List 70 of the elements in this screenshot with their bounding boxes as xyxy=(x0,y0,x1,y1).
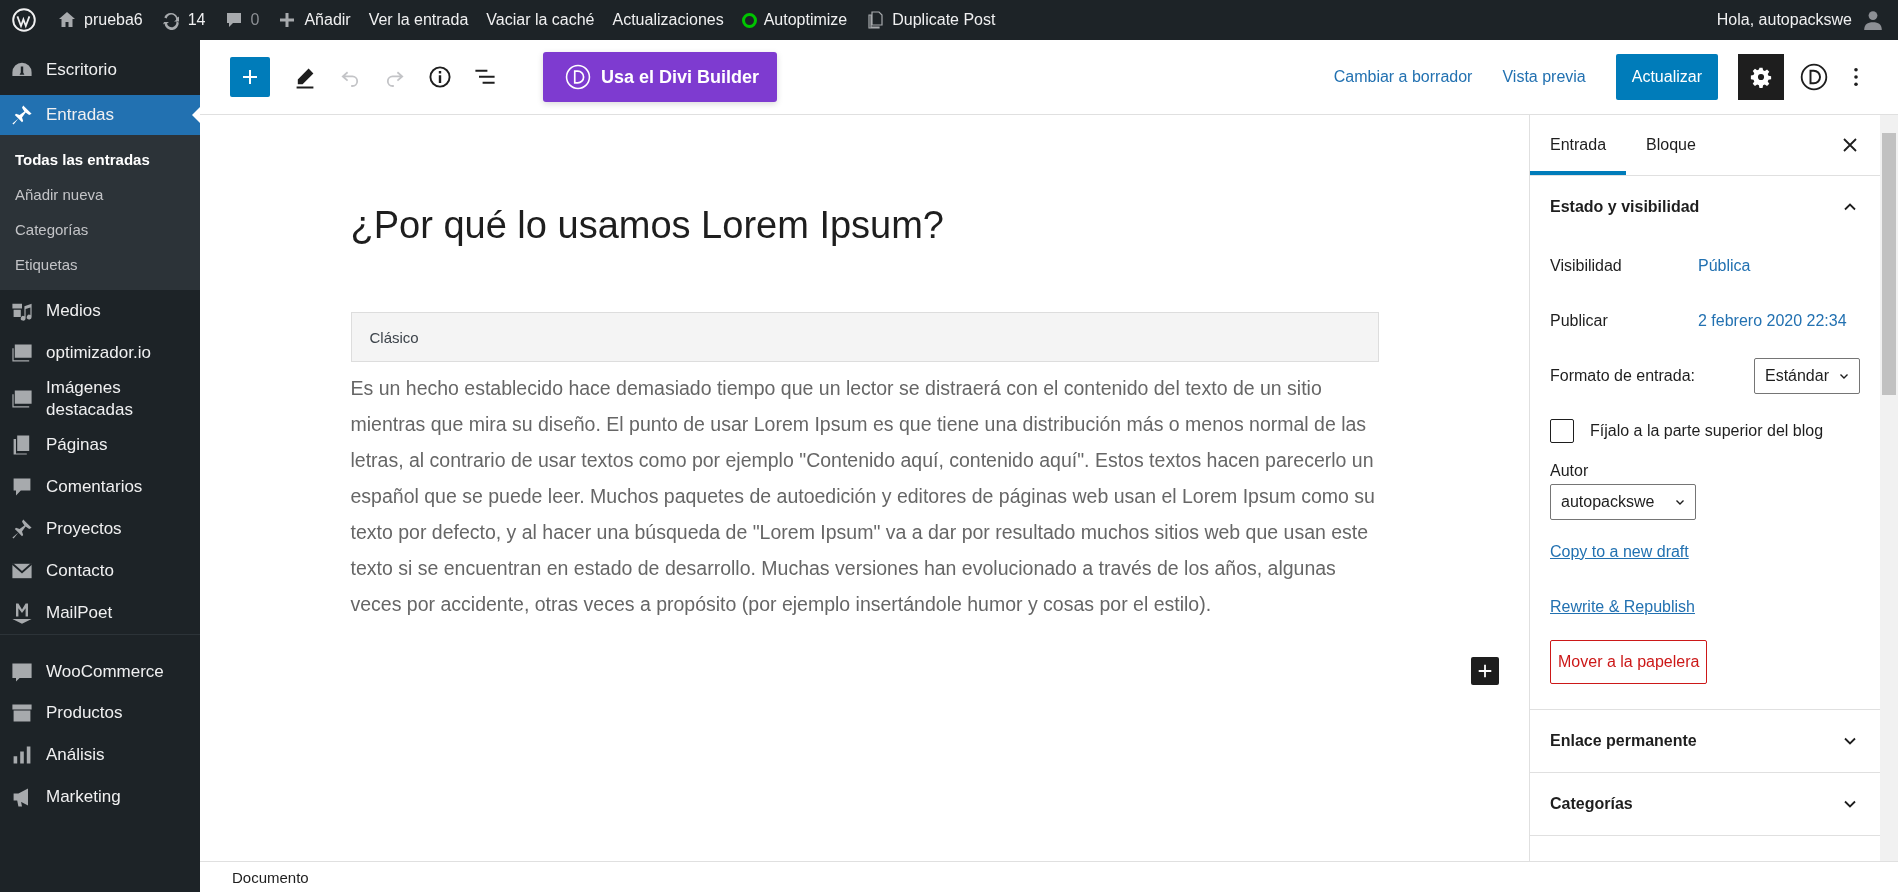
sidebar-item[interactable]: Contacto xyxy=(0,550,200,592)
submenu-item[interactable]: Categorías xyxy=(0,212,200,247)
field-value-link[interactable]: Pública xyxy=(1698,256,1751,275)
field-label: Formato de entrada: xyxy=(1550,366,1695,385)
action-link[interactable]: Rewrite & Republish xyxy=(1550,597,1695,616)
sidebar-item[interactable]: Proyectos xyxy=(0,508,200,550)
header-link[interactable]: Cambiar a borrador xyxy=(1333,68,1473,86)
refresh-icon xyxy=(160,10,181,30)
post-title[interactable]: ¿Por qué lo usamos Lorem Ipsum? xyxy=(350,201,1379,251)
sidebar-item[interactable]: Medios xyxy=(0,290,200,332)
section-toggle[interactable]: Categorías xyxy=(1530,773,1880,835)
sidebar-item[interactable]: optimizador.io xyxy=(0,332,200,374)
sidebar-item[interactable]: Imágenes destacadas xyxy=(0,374,200,424)
admin-bar-item[interactable]: Ver la entrada xyxy=(359,0,478,40)
checkbox[interactable] xyxy=(1550,418,1574,443)
letter-d-circle-icon[interactable] xyxy=(1800,63,1828,91)
divi-builder-button[interactable]: Usa el Divi Builder xyxy=(543,52,778,102)
add-block-button[interactable] xyxy=(1470,657,1499,686)
settings-button[interactable] xyxy=(1738,54,1784,100)
admin-bar-item[interactable]: Autoptimize xyxy=(732,0,857,40)
sidebar-item[interactable]: Comentarios xyxy=(0,466,200,508)
post-paragraph[interactable]: Es un hecho establecido hace demasiado tiempo que un lector se distraerá con el contenido del texto de un sitio mientras que mira su diseño. El punto de usar Lorem Ipsum es que tiene una distribución más o menos normal de las letras, al contrario de usar textos como por ejemplo "Contenido aquí, contenido aquí". Estos textos hacen parecerlo un español que se puede leer. Muchos paquetes de autoedición y editores de páginas web usan el Lorem Ipsum como su texto por defecto, y al hacer una búsqueda de "Lorem Ipsum" va a dar por resultado muchos sitios web que usan este texto si se encuentran en estado de desarrollo. Muchas versiones han evolucionado a través de los años, algunas veces por accidente, otras veces a propósito (por ejemplo insertándole humor y cosas por el estilo). xyxy=(350,370,1379,623)
letter-m-icon xyxy=(10,601,34,625)
trash-button[interactable]: Mover a la papelera xyxy=(1550,639,1708,684)
sidebar-item[interactable]: Páginas xyxy=(0,424,200,466)
sidebar-item[interactable]: Marketing xyxy=(0,776,200,818)
sidebar-item[interactable]: WooCommerce xyxy=(0,634,200,692)
field-label: Publicar xyxy=(1550,311,1609,330)
sidebar-item[interactable]: MailPoet xyxy=(0,592,200,634)
admin-bar-item[interactable]: prueba6 xyxy=(48,0,152,40)
checkbox-label: Fíjalo a la parte superior del blog xyxy=(1590,421,1824,440)
pin-icon xyxy=(10,103,34,127)
format-select[interactable]: Estándar xyxy=(1753,357,1860,394)
field-label: Visibilidad xyxy=(1550,256,1623,275)
admin-bar-item[interactable]: 14 xyxy=(151,0,215,40)
admin-bar-item[interactable]: Actualizaciones xyxy=(603,0,733,40)
field-value-link[interactable]: 2 febrero 2020 22:34 xyxy=(1698,311,1847,330)
sidebar-item[interactable]: Entradas xyxy=(0,95,200,135)
panel-tab[interactable]: Bloque xyxy=(1626,115,1716,175)
admin-bar-item[interactable]: Añadir xyxy=(268,0,360,40)
update-button[interactable]: Actualizar xyxy=(1615,54,1718,100)
submenu-item[interactable]: Añadir nueva xyxy=(0,177,200,212)
copy-icon xyxy=(865,10,886,30)
sidebar-item[interactable]: Análisis xyxy=(0,734,200,776)
header-link[interactable]: Vista previa xyxy=(1502,68,1586,86)
sidebar-item[interactable]: Escritorio xyxy=(0,49,200,91)
action-link[interactable]: Copy to a new draft xyxy=(1550,542,1689,561)
submenu-item[interactable]: Todas las entradas xyxy=(0,142,200,177)
wordpress-logo-icon[interactable] xyxy=(12,8,36,32)
panel-tab[interactable]: Entrada xyxy=(1530,115,1627,175)
pin-icon xyxy=(10,517,34,541)
admin-bar-item[interactable]: Duplicate Post xyxy=(856,0,1005,40)
section-toggle[interactable]: Enlace permanente xyxy=(1530,710,1880,772)
admin-bar-account[interactable]: Hola, autopackswe xyxy=(1702,0,1898,40)
letter-d-circle-icon xyxy=(565,64,591,90)
plus-icon xyxy=(240,67,260,87)
classic-block-toolbar[interactable]: Clásico xyxy=(350,312,1379,363)
section-toggle[interactable]: Estado y visibilidad xyxy=(1530,176,1880,238)
scrollbar[interactable] xyxy=(1880,115,1898,861)
sidebar-item[interactable]: Productos xyxy=(0,692,200,734)
home-icon xyxy=(57,10,77,30)
submenu-item[interactable]: Etiquetas xyxy=(0,247,200,282)
field-label: Autor xyxy=(1550,462,1589,480)
author-select[interactable]: autopackswe xyxy=(1550,484,1696,520)
settings-icon xyxy=(1750,66,1772,88)
admin-bar-item[interactable]: 0 xyxy=(214,0,269,40)
admin-bar-item[interactable]: Vaciar la caché xyxy=(477,0,604,40)
info-icon[interactable] xyxy=(428,65,452,89)
breadcrumb-item[interactable]: Documento xyxy=(232,868,309,886)
user-avatar-icon xyxy=(1862,9,1884,31)
